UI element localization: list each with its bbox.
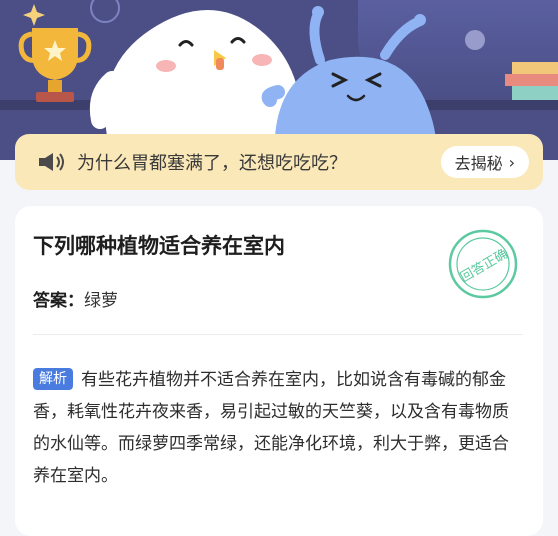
white-mascot [89, 10, 302, 150]
correct-stamp: 回答正确 [448, 229, 518, 299]
banner-text: 为什么胃都塞满了，还想吃吃吃？ [77, 153, 347, 174]
answer-label: 答案： [33, 291, 84, 311]
explanation: 解析 有些花卉植物并不适合养在室内，比如说含有毒碱的郁金香，耗氧性花卉夜来香，易引… [33, 364, 523, 492]
answer-card: 下列哪种植物适合养在室内 回答正确 答案：绿萝 解析 有些花卉植物并不适合养在室内… [15, 206, 543, 536]
explanation-tag: 解析 [33, 368, 73, 390]
reveal-button-label: 去揭秘 [454, 154, 503, 173]
books-stack [505, 62, 558, 100]
stamp-text: 回答正确 [457, 246, 510, 286]
question-title: 下列哪种植物适合养在室内 [33, 234, 285, 258]
divider [33, 334, 523, 335]
reveal-button[interactable]: 去揭秘 › [440, 146, 529, 178]
chevron-right-icon: › [508, 152, 515, 172]
promo-banner[interactable]: 为什么胃都塞满了，还想吃吃吃？ 去揭秘 › [15, 134, 543, 190]
megaphone-icon [39, 153, 64, 171]
sparkle-icon [23, 4, 45, 26]
explanation-text: 有些花卉植物并不适合养在室内，比如说含有毒碱的郁金香，耗氧性花卉夜来香，易引起过… [33, 370, 509, 486]
answer-value: 绿萝 [84, 291, 118, 311]
answer-line: 答案：绿萝 [33, 286, 118, 311]
trophy-icon [18, 28, 92, 102]
